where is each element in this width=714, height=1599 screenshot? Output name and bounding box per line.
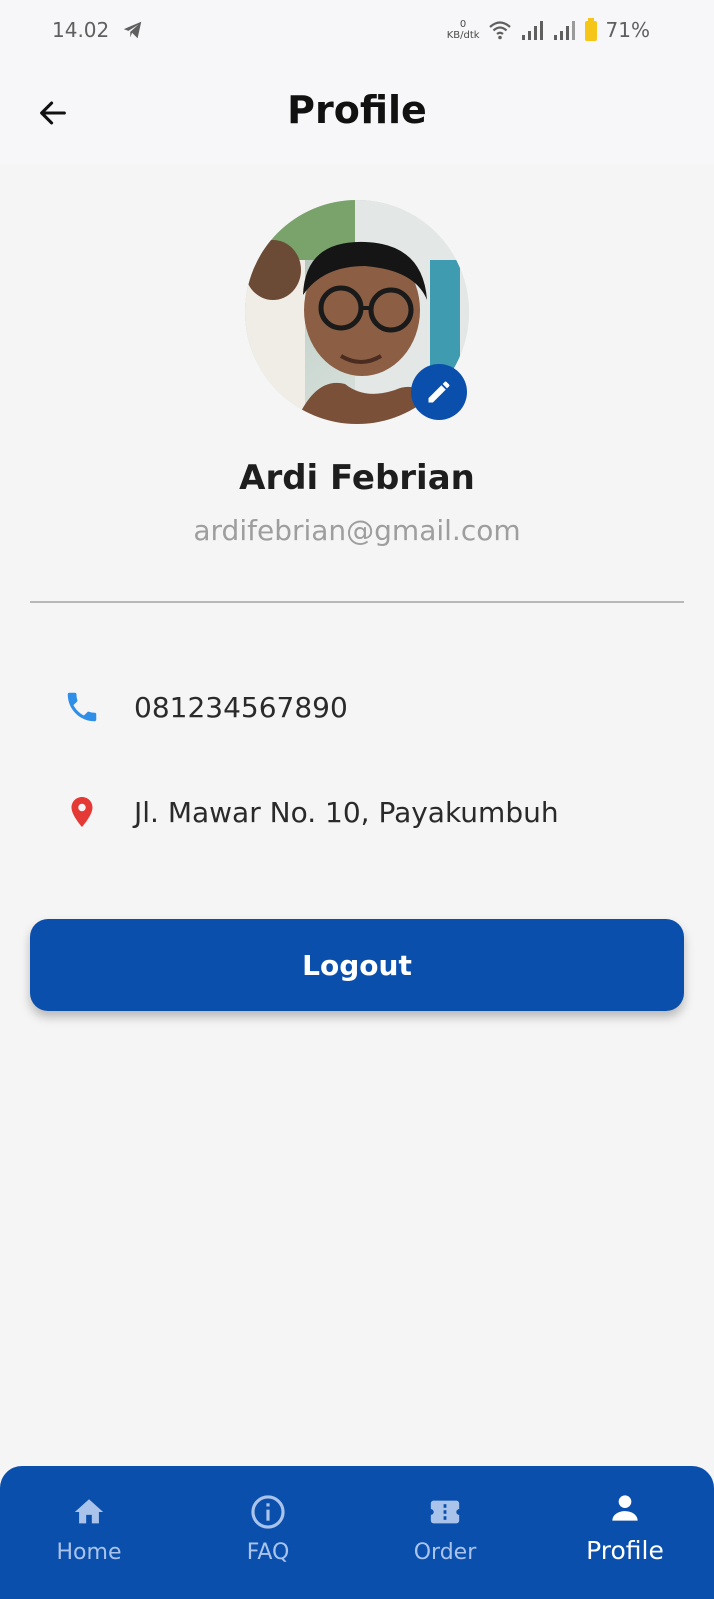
nav-label-order: Order	[413, 1540, 477, 1565]
user-name: Ardi Febrian	[239, 458, 475, 498]
edit-avatar-button[interactable]	[411, 364, 467, 420]
address-text: Jl. Mawar No. 10, Payakumbuh	[134, 795, 559, 829]
battery-icon	[584, 18, 597, 41]
nav-item-profile[interactable]: Profile	[550, 1466, 700, 1599]
page-title: Profile	[287, 88, 427, 132]
nav-item-faq[interactable]: FAQ	[193, 1466, 343, 1599]
nav-item-home[interactable]: Home	[14, 1466, 164, 1599]
telegram-icon	[123, 21, 142, 39]
status-bar: 14.02 0 KB/dtk 71%	[0, 0, 714, 60]
nav-label-profile: Profile	[586, 1536, 664, 1565]
divider	[30, 601, 684, 603]
location-pin-icon	[60, 790, 104, 834]
status-indicators: 0 KB/dtk 71%	[447, 14, 650, 46]
phone-icon	[60, 685, 104, 729]
phone-number: 081234567890	[134, 690, 348, 724]
person-icon	[605, 1488, 645, 1528]
avatar-container	[245, 200, 469, 424]
app-bar: Profile	[0, 60, 714, 164]
nav-label-home: Home	[56, 1540, 122, 1565]
nav-label-faq: FAQ	[246, 1540, 290, 1565]
ticket-icon	[425, 1492, 465, 1532]
battery-percentage: 71%	[605, 18, 650, 42]
status-time: 14.02	[52, 18, 110, 42]
nav-item-order[interactable]: Order	[370, 1466, 520, 1599]
bottom-navigation: Home FAQ Order Profile	[0, 1466, 714, 1599]
home-icon	[69, 1492, 109, 1532]
info-icon	[248, 1492, 288, 1532]
signal-icon-2	[553, 21, 575, 40]
pencil-icon	[428, 381, 450, 403]
phone-row: 081234567890	[60, 682, 348, 732]
logout-button[interactable]: Logout	[30, 919, 684, 1011]
user-email: ardifebrian@gmail.com	[193, 514, 521, 547]
signal-icon-1	[521, 21, 543, 40]
wifi-icon	[488, 21, 511, 40]
address-row: Jl. Mawar No. 10, Payakumbuh	[60, 787, 559, 837]
network-speed: 0 KB/dtk	[446, 19, 480, 41]
